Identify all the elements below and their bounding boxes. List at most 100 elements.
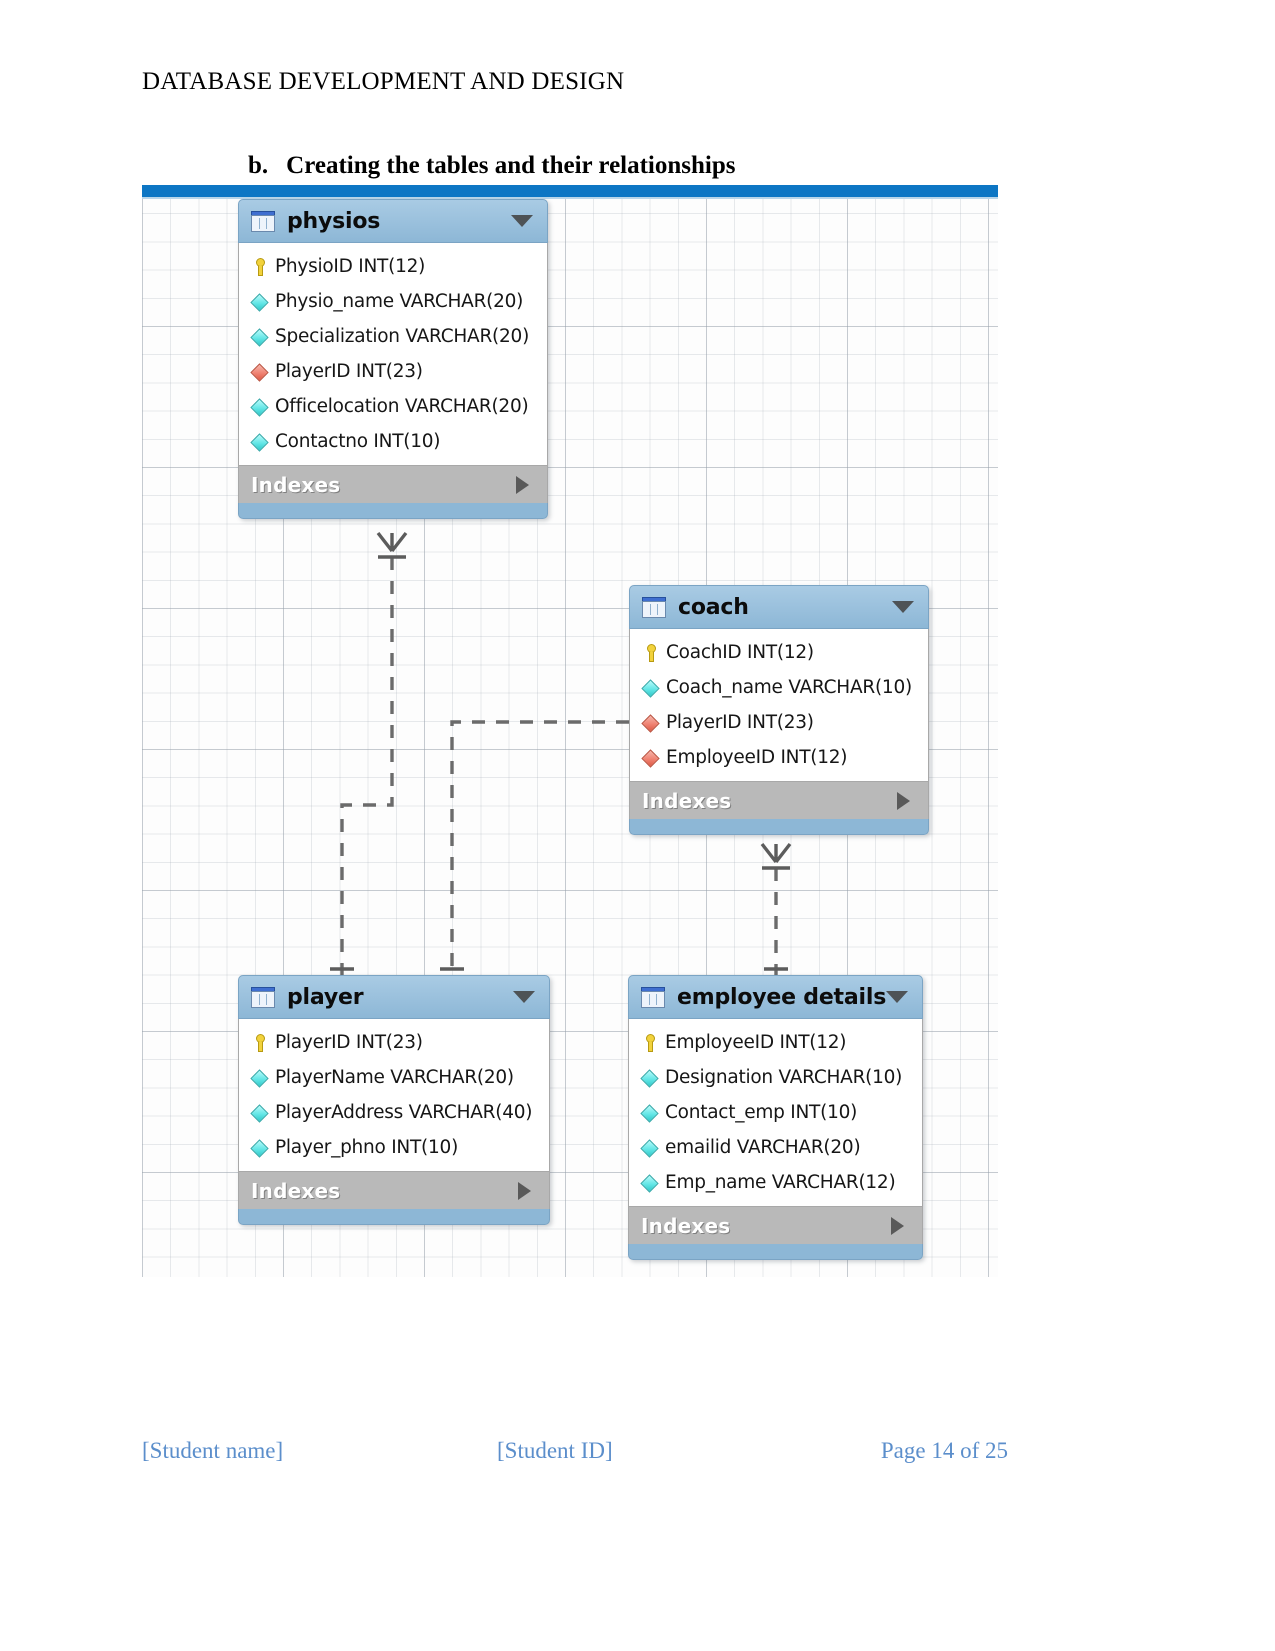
document-footer: [Student name] [Student ID] Page 14 of 2… <box>142 1438 1008 1472</box>
table-coach-header[interactable]: coach <box>629 585 929 629</box>
column-row[interactable]: Physio_name VARCHAR(20) <box>239 284 547 319</box>
column-row[interactable]: emailid VARCHAR(20) <box>629 1130 922 1165</box>
table-physios-columns: PhysioID INT(12) Physio_name VARCHAR(20)… <box>238 243 548 465</box>
footer-student-name: [Student name] <box>142 1438 284 1463</box>
column-row[interactable]: PlayerID INT(23) <box>239 354 547 389</box>
indexes-label: Indexes <box>251 1178 341 1203</box>
column-row[interactable]: PlayerID INT(23) <box>239 1025 549 1060</box>
column-row[interactable]: Contact_emp INT(10) <box>629 1095 922 1130</box>
footer-page-number: Page 14 of 25 <box>880 1438 1008 1463</box>
column-row[interactable]: EmployeeID INT(12) <box>629 1025 922 1060</box>
column-label: Coach_name VARCHAR(10) <box>666 677 912 698</box>
indexes-label: Indexes <box>251 472 341 497</box>
chevron-down-icon[interactable] <box>513 991 535 1003</box>
table-coach[interactable]: coach CoachID INT(12) Coach_name VARCHAR… <box>629 585 929 835</box>
column-label: EmployeeID INT(12) <box>666 747 848 768</box>
table-coach-columns: CoachID INT(12) Coach_name VARCHAR(10) P… <box>629 629 929 781</box>
column-label: PlayerID INT(23) <box>275 361 423 382</box>
section-heading: b. Creating the tables and their relation… <box>248 152 736 180</box>
column-row[interactable]: PlayerName VARCHAR(20) <box>239 1060 549 1095</box>
primary-key-icon <box>640 1033 660 1053</box>
column-row[interactable]: CoachID INT(12) <box>630 635 928 670</box>
table-employee-details-title: employee details <box>677 984 887 1010</box>
table-employee-details[interactable]: employee details EmployeeID INT(12) Desi… <box>628 975 923 1260</box>
cyan-diamond-icon <box>250 432 270 452</box>
table-employee-details-indexes[interactable]: Indexes <box>628 1206 923 1244</box>
cyan-diamond-icon <box>640 1068 660 1088</box>
column-row[interactable]: Designation VARCHAR(10) <box>629 1060 922 1095</box>
table-coach-footer <box>629 819 929 835</box>
er-diagram-canvas[interactable]: physios PhysioID INT(12) Physio_name VAR… <box>142 185 998 1277</box>
table-physios-indexes[interactable]: Indexes <box>238 465 548 503</box>
link-physios-player <box>340 557 394 985</box>
table-physios[interactable]: physios PhysioID INT(12) Physio_name VAR… <box>238 199 548 519</box>
table-employee-details-footer <box>628 1244 923 1260</box>
foreign-key-diamond-icon <box>250 362 270 382</box>
column-row[interactable]: Emp_name VARCHAR(12) <box>629 1165 922 1200</box>
column-row[interactable]: Contactno INT(10) <box>239 424 547 459</box>
column-label: Specialization VARCHAR(20) <box>275 326 530 347</box>
cyan-diamond-icon <box>250 397 270 417</box>
primary-key-icon <box>250 257 270 277</box>
column-row[interactable]: Specialization VARCHAR(20) <box>239 319 547 354</box>
table-player-header[interactable]: player <box>238 975 550 1019</box>
cyan-diamond-icon <box>250 1138 270 1158</box>
table-icon <box>641 986 665 1008</box>
table-icon <box>251 986 275 1008</box>
foreign-key-diamond-icon <box>641 748 661 768</box>
crowfoot-physios <box>376 531 408 553</box>
indexes-label: Indexes <box>641 1213 731 1238</box>
column-label: Emp_name VARCHAR(12) <box>665 1172 896 1193</box>
cyan-diamond-icon <box>250 327 270 347</box>
column-label: PlayerID INT(23) <box>275 1032 423 1053</box>
footer-student-id: [Student ID] <box>497 1438 613 1463</box>
chevron-down-icon[interactable] <box>892 601 914 613</box>
expand-triangle-icon[interactable] <box>518 1181 531 1200</box>
primary-key-icon <box>641 643 661 663</box>
chevron-down-icon[interactable] <box>511 215 533 227</box>
column-row[interactable]: EmployeeID INT(12) <box>630 740 928 775</box>
column-row[interactable]: PlayerID INT(23) <box>630 705 928 740</box>
table-player-columns: PlayerID INT(23) PlayerName VARCHAR(20) … <box>238 1019 550 1171</box>
column-row[interactable]: Officelocation VARCHAR(20) <box>239 389 547 424</box>
column-label: Designation VARCHAR(10) <box>665 1067 903 1088</box>
table-player-footer <box>238 1209 550 1225</box>
table-physios-header[interactable]: physios <box>238 199 548 243</box>
column-label: Officelocation VARCHAR(20) <box>275 396 529 417</box>
table-player-indexes[interactable]: Indexes <box>238 1171 550 1209</box>
column-row[interactable]: PhysioID INT(12) <box>239 249 547 284</box>
cyan-diamond-icon <box>640 1173 660 1193</box>
column-label: Contactno INT(10) <box>275 431 441 452</box>
column-label: Physio_name VARCHAR(20) <box>275 291 524 312</box>
column-label: PlayerAddress VARCHAR(40) <box>275 1102 533 1123</box>
table-physios-title: physios <box>287 208 381 234</box>
table-coach-indexes[interactable]: Indexes <box>629 781 929 819</box>
table-employee-details-header[interactable]: employee details <box>628 975 923 1019</box>
column-row[interactable]: Coach_name VARCHAR(10) <box>630 670 928 705</box>
crowfoot-coach-bottom <box>760 842 792 864</box>
expand-triangle-icon[interactable] <box>891 1216 904 1235</box>
column-label: Player_phno INT(10) <box>275 1137 459 1158</box>
table-player-title: player <box>287 984 364 1010</box>
diagram-top-bar <box>142 185 998 197</box>
table-physios-footer <box>238 503 548 519</box>
table-coach-title: coach <box>678 594 749 620</box>
chevron-down-icon[interactable] <box>886 991 908 1003</box>
indexes-label: Indexes <box>642 788 732 813</box>
cyan-diamond-icon <box>640 1103 660 1123</box>
column-row[interactable]: Player_phno INT(10) <box>239 1130 549 1165</box>
column-label: CoachID INT(12) <box>666 642 814 663</box>
expand-triangle-icon[interactable] <box>516 475 529 494</box>
column-label: PlayerName VARCHAR(20) <box>275 1067 514 1088</box>
expand-triangle-icon[interactable] <box>897 791 910 810</box>
table-player[interactable]: player PlayerID INT(23) PlayerName VARCH… <box>238 975 550 1225</box>
cyan-diamond-icon <box>250 292 270 312</box>
column-row[interactable]: PlayerAddress VARCHAR(40) <box>239 1095 549 1130</box>
cyan-diamond-icon <box>250 1068 270 1088</box>
column-label: EmployeeID INT(12) <box>665 1032 847 1053</box>
foreign-key-diamond-icon <box>641 713 661 733</box>
document-header: DATABASE DEVELOPMENT AND DESIGN <box>142 68 625 95</box>
column-label: PhysioID INT(12) <box>275 256 426 277</box>
column-label: emailid VARCHAR(20) <box>665 1137 861 1158</box>
column-label: Contact_emp INT(10) <box>665 1102 858 1123</box>
